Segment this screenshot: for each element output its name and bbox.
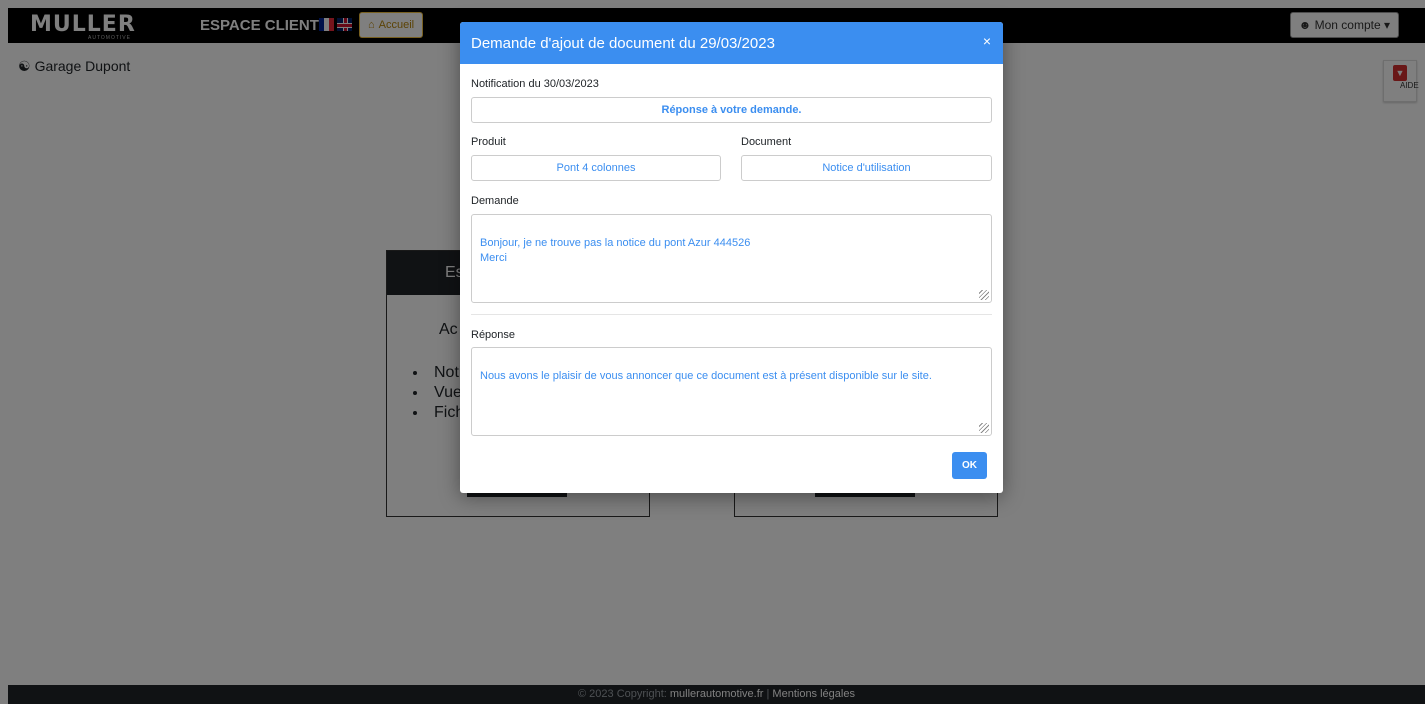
document-field: Notice d'utilisation — [741, 155, 992, 181]
produit-label: Produit — [471, 136, 506, 148]
demande-text: Bonjour, je ne trouve pas la notice du p… — [480, 237, 751, 264]
document-label: Document — [741, 136, 792, 148]
divider — [471, 314, 992, 315]
response-status-field: Réponse à votre demande. — [471, 97, 992, 123]
demande-label: Demande — [471, 195, 519, 207]
reponse-label: Réponse — [471, 329, 516, 341]
modal-header: Demande d'ajout de document du 29/03/202… — [460, 22, 1003, 64]
demande-textarea[interactable]: Bonjour, je ne trouve pas la notice du p… — [471, 214, 992, 303]
close-icon[interactable]: × — [983, 33, 991, 49]
modal-title: Demande d'ajout de document du 29/03/202… — [471, 35, 775, 52]
produit-field: Pont 4 colonnes — [471, 155, 721, 181]
reponse-text: Nous avons le plaisir de vous annoncer q… — [480, 370, 932, 382]
resize-grip-icon[interactable] — [979, 290, 989, 300]
notification-date: Notification du 30/03/2023 — [471, 78, 599, 90]
reponse-textarea[interactable]: Nous avons le plaisir de vous annoncer q… — [471, 347, 992, 436]
resize-grip-icon[interactable] — [979, 423, 989, 433]
document-request-modal: Demande d'ajout de document du 29/03/202… — [460, 22, 1003, 493]
ok-button[interactable]: OK — [952, 452, 987, 479]
